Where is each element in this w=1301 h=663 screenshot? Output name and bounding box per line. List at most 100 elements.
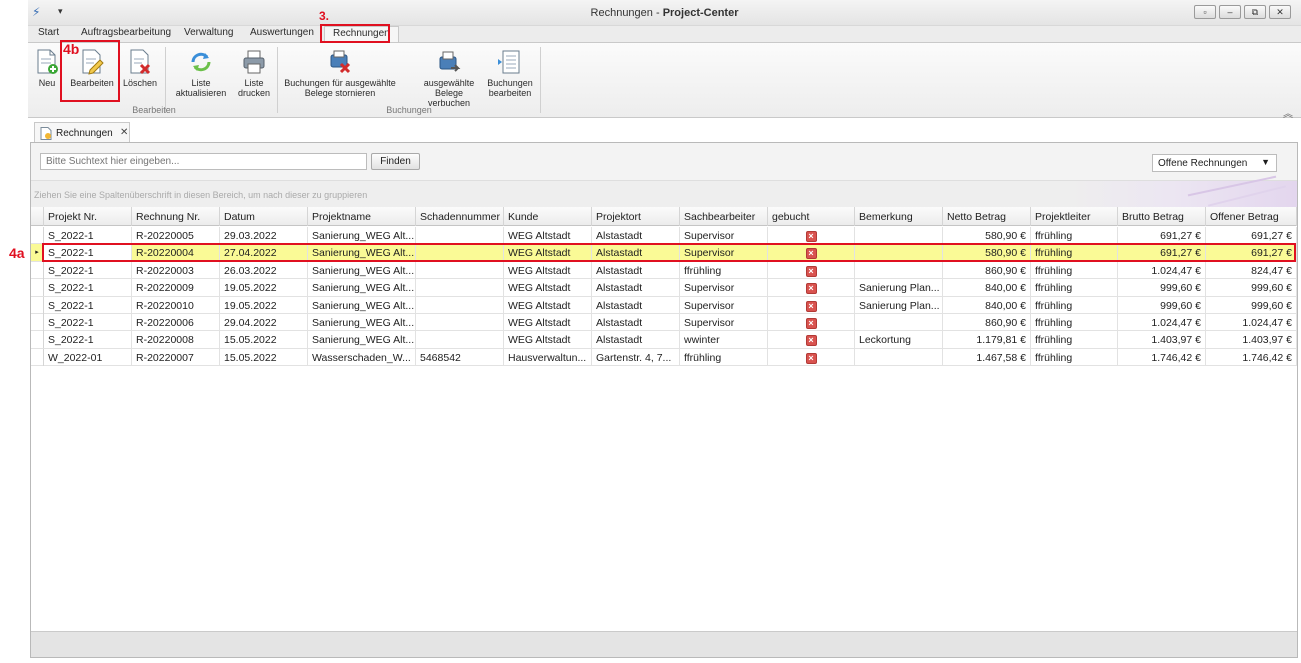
cell-project-name[interactable]: Sanierung_WEG Alt... [308, 279, 416, 297]
cell-project-no[interactable]: S_2022-1 [44, 314, 132, 331]
row-indicator[interactable] [31, 331, 44, 349]
column-header-clerk[interactable]: Sachbearbeiter [680, 207, 768, 226]
table-row[interactable]: S_2022-1 R-20220006 29.04.2022 Sanierung_WE… [31, 314, 1297, 332]
row-indicator[interactable]: ▸ [31, 244, 44, 262]
close-tab-icon[interactable]: ✕ [120, 127, 128, 138]
cell-clerk[interactable]: Supervisor [680, 296, 768, 314]
cell-project-location[interactable]: Alstastadt [592, 244, 680, 262]
cell-invoice-no[interactable]: R-20220010 [132, 296, 220, 314]
cell-claim-no[interactable] [416, 261, 504, 279]
cell-customer[interactable]: WEG Altstadt [504, 314, 592, 331]
cell-clerk[interactable]: Supervisor [680, 244, 768, 262]
cell-project-location[interactable]: Gartenstr. 4, 7... [592, 348, 680, 366]
new-button[interactable]: Neu [32, 49, 62, 88]
cell-project-location[interactable]: Alstastadt [592, 279, 680, 297]
document-tab-rechnungen[interactable]: Rechnungen ✕ [34, 122, 130, 142]
cell-date[interactable]: 29.04.2022 [220, 314, 308, 331]
cell-open-amount[interactable]: 999,60 € [1206, 296, 1297, 314]
options-button[interactable]: ▫ [1194, 5, 1216, 19]
cell-net-amount[interactable]: 1.467,58 € [943, 348, 1031, 366]
cell-project-location[interactable]: Alstastadt [592, 331, 680, 349]
cell-project-no[interactable]: W_2022-01 [44, 348, 132, 366]
cell-remark[interactable] [855, 348, 943, 366]
cell-invoice-no[interactable]: R-20220004 [132, 244, 220, 262]
table-row[interactable]: W_2022-01 R-20220007 15.05.2022 Wasserschad… [31, 348, 1297, 367]
tab-auswertungen[interactable]: Auswertungen [250, 27, 314, 38]
cell-gross-amount[interactable]: 1.403,97 € [1118, 331, 1206, 349]
cell-project-no[interactable]: S_2022-1 [44, 279, 132, 297]
tab-auftragsbearbeitung[interactable]: Auftragsbearbeitung [81, 27, 171, 38]
row-indicator[interactable] [31, 348, 44, 366]
delete-button[interactable]: Löschen [122, 49, 158, 88]
close-button[interactable]: ✕ [1269, 5, 1291, 19]
cell-project-name[interactable]: Sanierung_WEG Alt... [308, 296, 416, 314]
cell-project-no[interactable]: S_2022-1 [44, 244, 132, 262]
cell-project-no[interactable]: S_2022-1 [44, 331, 132, 349]
cell-booked[interactable]: × [768, 261, 855, 279]
column-header-project-no[interactable]: Projekt Nr. [44, 207, 132, 226]
cell-remark[interactable] [855, 261, 943, 279]
cell-clerk[interactable]: Supervisor [680, 227, 768, 244]
cell-date[interactable]: 15.05.2022 [220, 331, 308, 349]
column-header-net-amount[interactable]: Netto Betrag [943, 207, 1031, 226]
find-button[interactable]: Finden [371, 153, 420, 170]
column-header-booked[interactable]: gebucht [768, 207, 855, 226]
row-indicator[interactable] [31, 261, 44, 279]
cell-project-manager[interactable]: ffrühling [1031, 348, 1118, 366]
cell-claim-no[interactable] [416, 314, 504, 331]
cell-booked[interactable]: × [768, 314, 855, 331]
row-indicator[interactable] [31, 279, 44, 297]
table-row[interactable]: S_2022-1 R-20220010 19.05.2022 Sanierung_WE… [31, 296, 1297, 314]
cell-project-location[interactable]: Alstastadt [592, 261, 680, 279]
cell-booked[interactable]: × [768, 331, 855, 349]
cell-claim-no[interactable]: 5468542 [416, 348, 504, 366]
cell-net-amount[interactable]: 580,90 € [943, 244, 1031, 262]
cell-customer[interactable]: WEG Altstadt [504, 227, 592, 244]
cell-date[interactable]: 27.04.2022 [220, 244, 308, 262]
cell-open-amount[interactable]: 691,27 € [1206, 244, 1297, 262]
search-input[interactable] [40, 153, 367, 170]
cell-customer[interactable]: WEG Altstadt [504, 331, 592, 349]
cell-clerk[interactable]: ffrühling [680, 348, 768, 366]
cell-clerk[interactable]: ffrühling [680, 261, 768, 279]
cell-date[interactable]: 26.03.2022 [220, 261, 308, 279]
cell-gross-amount[interactable]: 691,27 € [1118, 227, 1206, 244]
column-header-claim-no[interactable]: Schadennummer [416, 207, 504, 226]
cell-claim-no[interactable] [416, 279, 504, 297]
table-row[interactable]: S_2022-1 R-20220009 19.05.2022 Sanierung_WE… [31, 279, 1297, 297]
cell-project-location[interactable]: Alstastadt [592, 296, 680, 314]
cell-net-amount[interactable]: 860,90 € [943, 261, 1031, 279]
column-header-customer[interactable]: Kunde [504, 207, 592, 226]
cell-net-amount[interactable]: 860,90 € [943, 314, 1031, 331]
column-header-project-manager[interactable]: Projektleiter [1031, 207, 1118, 226]
cell-project-no[interactable]: S_2022-1 [44, 227, 132, 244]
column-header-gross-amount[interactable]: Brutto Betrag [1118, 207, 1206, 226]
cell-customer[interactable]: WEG Altstadt [504, 296, 592, 314]
invoice-filter-dropdown[interactable]: Offene Rechnungen ▼ [1152, 154, 1277, 172]
cell-open-amount[interactable]: 1.403,97 € [1206, 331, 1297, 349]
group-panel[interactable]: Ziehen Sie eine Spaltenüberschrift in di… [31, 175, 1297, 207]
post-documents-button[interactable]: ausgewählte Belege verbuchen [414, 49, 484, 108]
cell-booked[interactable]: × [768, 296, 855, 314]
cell-remark[interactable]: Sanierung Plan... [855, 296, 943, 314]
cell-claim-no[interactable] [416, 227, 504, 244]
cell-invoice-no[interactable]: R-20220003 [132, 261, 220, 279]
cancel-bookings-button[interactable]: Buchungen für ausgewählte Belege stornie… [280, 49, 400, 98]
cell-date[interactable]: 15.05.2022 [220, 348, 308, 366]
cell-clerk[interactable]: Supervisor [680, 279, 768, 297]
cell-invoice-no[interactable]: R-20220007 [132, 348, 220, 366]
column-header-date[interactable]: Datum [220, 207, 308, 226]
cell-customer[interactable]: WEG Altstadt [504, 279, 592, 297]
table-row[interactable]: S_2022-1 R-20220003 26.03.2022 Sanierung_WE… [31, 261, 1297, 280]
cell-project-name[interactable]: Sanierung_WEG Alt... [308, 244, 416, 262]
cell-customer[interactable]: Hausverwaltun... [504, 348, 592, 366]
cell-net-amount[interactable]: 840,00 € [943, 279, 1031, 297]
cell-date[interactable]: 29.03.2022 [220, 227, 308, 244]
cell-open-amount[interactable]: 1.024,47 € [1206, 314, 1297, 331]
cell-date[interactable]: 19.05.2022 [220, 296, 308, 314]
print-list-button[interactable]: Liste drucken [233, 49, 275, 98]
table-row[interactable]: S_2022-1 R-20220005 29.03.2022 Sanierung_WE… [31, 227, 1297, 245]
column-header-project-name[interactable]: Projektname [308, 207, 416, 226]
cell-open-amount[interactable]: 824,47 € [1206, 261, 1297, 279]
tab-rechnungen[interactable]: Rechnungen [324, 26, 399, 42]
